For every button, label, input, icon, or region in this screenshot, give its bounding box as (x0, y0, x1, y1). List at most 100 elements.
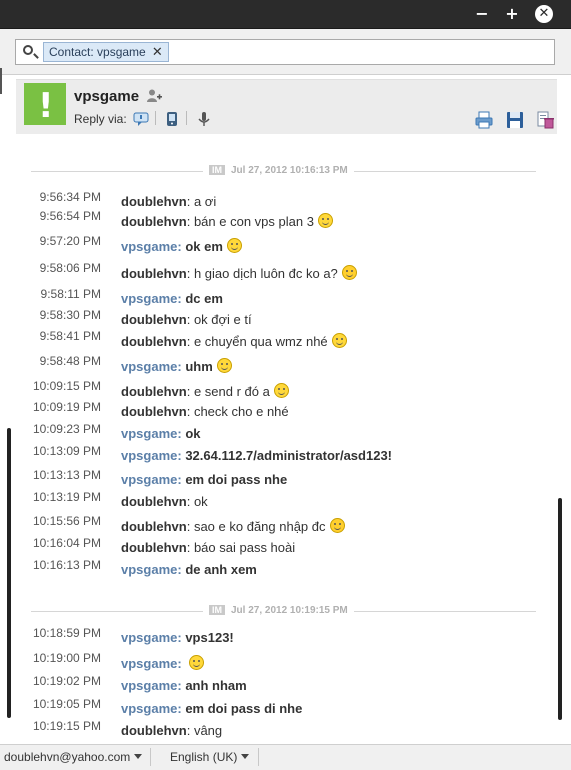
footer-divider (258, 748, 259, 766)
sender-colon: : (186, 266, 194, 281)
message-text: báo sai pass hoài (193, 540, 296, 555)
status-footer: doublehvn@yahoo.com English (UK) (0, 744, 571, 770)
message-row: 9:56:54 PM doublehvn: bán e con vps plan … (0, 209, 571, 231)
save-icon[interactable] (506, 111, 524, 129)
message-row: 10:15:56 PM doublehvn: sao e ko đăng nhập… (0, 514, 571, 536)
im-badge: IM (209, 605, 225, 615)
language-selector[interactable]: English (UK) (170, 750, 250, 764)
message-body: vpsgame: vps123! (121, 630, 234, 645)
message-time: 9:58:11 PM (40, 287, 101, 301)
smile-emoji-icon (216, 358, 232, 373)
add-contact-icon[interactable] (146, 88, 162, 104)
message-sender[interactable]: vpsgame (121, 448, 177, 463)
account-label: doublehvn@yahoo.com (4, 750, 131, 764)
message-sender[interactable]: vpsgame (121, 239, 177, 254)
message-time: 9:58:06 PM (39, 261, 101, 275)
search-filter-token[interactable]: Contact: vpsgame ✕ (43, 42, 169, 62)
contact-header: ! vpsgame Reply via: (16, 79, 557, 134)
message-sender[interactable]: vpsgame (121, 701, 177, 716)
message-text: de anh xem (185, 562, 257, 577)
message-row: 9:58:06 PM doublehvn: h giao dịch luôn đc… (0, 261, 571, 283)
message-time: 10:09:23 PM (32, 422, 101, 436)
smile-emoji-icon (273, 383, 289, 398)
message-time: 9:56:54 PM (39, 209, 101, 223)
message-row: 10:18:59 PM vpsgame: vps123! (0, 626, 571, 648)
maximize-button[interactable]: + (502, 4, 522, 24)
sender-colon: : (186, 404, 194, 419)
avatar[interactable]: ! (24, 83, 66, 126)
message-body: doublehvn: e send r đó a (121, 383, 289, 399)
message-text: ok (185, 426, 201, 441)
message-sender[interactable]: doublehvn (121, 312, 187, 327)
sender-colon: : (177, 656, 186, 671)
message-sender[interactable]: vpsgame (121, 630, 177, 645)
message-body: vpsgame: dc em (121, 291, 223, 306)
message-body: vpsgame: de anh xem (121, 562, 257, 577)
message-sender[interactable]: vpsgame (121, 359, 177, 374)
language-label: English (UK) (170, 750, 238, 764)
session-timestamp: Jul 27, 2012 10:16:13 PM (231, 165, 348, 176)
right-scrollbar[interactable] (558, 498, 562, 720)
message-time: 10:16:04 PM (32, 536, 101, 550)
message-text: e send r đó a (193, 384, 270, 399)
message-row: 10:16:04 PM doublehvn: báo sai pass hoài (0, 536, 571, 558)
contact-name[interactable]: vpsgame (74, 88, 139, 105)
message-time: 10:13:09 PM (32, 444, 101, 458)
conversation-history[interactable]: IM Jul 27, 2012 10:16:13 PM IM Jul 27, 201… (0, 134, 571, 744)
message-sender[interactable]: doublehvn (121, 266, 187, 281)
search-input[interactable]: Contact: vpsgame ✕ (15, 39, 555, 65)
message-body: doublehvn: báo sai pass hoài (121, 540, 295, 555)
account-selector[interactable]: doublehvn@yahoo.com (4, 750, 143, 764)
message-row: 10:16:13 PM vpsgame: de anh xem (0, 558, 571, 580)
close-button[interactable]: ✕ (535, 5, 553, 23)
message-sender[interactable]: doublehvn (121, 540, 187, 555)
chevron-down-icon (241, 754, 250, 759)
message-row: 10:19:15 PM doublehvn: vâng (0, 719, 571, 741)
message-sender[interactable]: vpsgame (121, 291, 177, 306)
message-body: vpsgame: ok (121, 426, 201, 441)
search-bar: Contact: vpsgame ✕ (0, 29, 571, 94)
smile-emoji-icon (189, 655, 205, 670)
left-scrollbar[interactable] (7, 428, 11, 718)
message-row: 10:13:19 PM doublehvn: ok (0, 490, 571, 512)
message-sender[interactable]: doublehvn (121, 404, 187, 419)
message-sender[interactable]: doublehvn (121, 519, 187, 534)
message-sender[interactable]: doublehvn (121, 384, 187, 399)
message-body: doublehvn: check cho e nhé (121, 404, 289, 419)
message-sender[interactable]: doublehvn (121, 214, 187, 229)
sender-colon: : (186, 519, 194, 534)
message-row: 10:19:05 PM vpsgame: em doi pass di nhe (0, 697, 571, 719)
message-time: 10:13:13 PM (32, 468, 101, 482)
mobile-reply-icon[interactable] (164, 111, 180, 127)
message-row: 9:58:41 PM doublehvn: e chuyển qua wmz nh… (0, 329, 571, 351)
message-sender[interactable]: doublehvn (121, 334, 187, 349)
message-sender[interactable]: vpsgame (121, 426, 177, 441)
message-sender[interactable]: vpsgame (121, 562, 177, 577)
message-body: doublehvn: h giao dịch luôn đc ko a? (121, 265, 357, 281)
message-time: 10:19:00 PM (32, 651, 101, 665)
message-row: 10:13:09 PM vpsgame: 32.64.112.7/administ… (0, 444, 571, 466)
im-reply-icon[interactable] (133, 111, 149, 127)
message-body: vpsgame: em doi pass di nhe (121, 701, 302, 716)
message-sender[interactable]: doublehvn (121, 723, 187, 738)
token-close-icon[interactable]: ✕ (152, 43, 163, 61)
message-sender[interactable]: doublehvn (121, 494, 187, 509)
voice-reply-icon[interactable] (196, 111, 212, 127)
delete-history-icon[interactable] (536, 111, 554, 129)
message-body: vpsgame: ok em (121, 238, 242, 254)
message-sender[interactable]: vpsgame (121, 678, 177, 693)
print-icon[interactable] (475, 111, 493, 129)
message-row: 10:19:02 PM vpsgame: anh nham (0, 674, 571, 696)
message-body: vpsgame: 32.64.112.7/administrator/asd12… (121, 448, 392, 463)
sender-colon: : (186, 214, 194, 229)
message-text: check cho e nhé (193, 404, 289, 419)
message-sender[interactable]: vpsgame (121, 656, 177, 671)
message-sender[interactable]: doublehvn (121, 194, 187, 209)
im-badge: IM (209, 165, 225, 175)
message-text: 32.64.112.7/administrator/asd123! (185, 448, 393, 463)
footer-divider (150, 748, 151, 766)
chevron-down-icon (134, 754, 143, 759)
message-sender[interactable]: vpsgame (121, 472, 177, 487)
session-timestamp: Jul 27, 2012 10:19:15 PM (231, 605, 348, 616)
minimize-button[interactable]: − (472, 4, 492, 24)
